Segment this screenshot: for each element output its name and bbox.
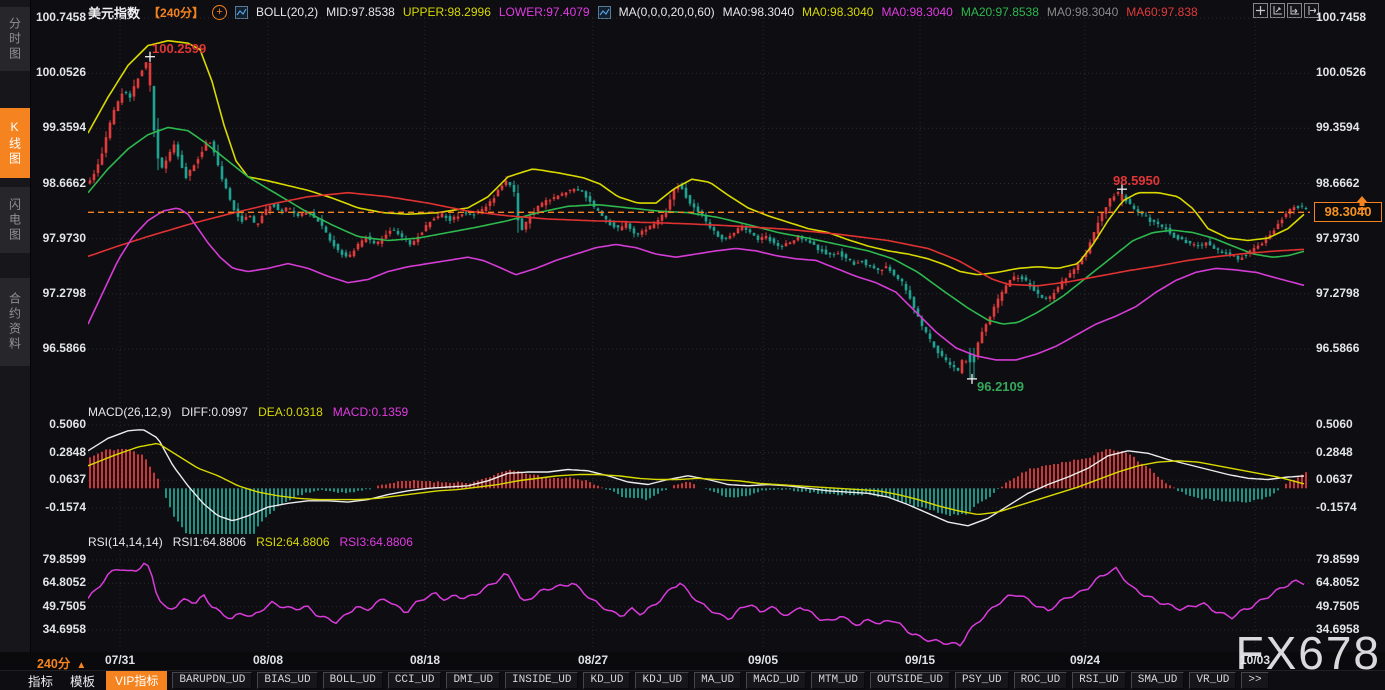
sidebar-tab-4[interactable]: 合约资料 bbox=[0, 278, 30, 366]
indicator-button-vr_ud[interactable]: VR_UD bbox=[1189, 672, 1236, 689]
indicator-button-group: BARUPDN_UD BIAS_UD BOLL_UD CCI_UDDMI_UD INSI… bbox=[172, 672, 1236, 689]
boll-lower-line bbox=[88, 208, 1304, 360]
extreme-markers bbox=[145, 52, 1127, 384]
price-axis-label-left: 97.2798 bbox=[28, 286, 86, 300]
macd-params: MACD(26,12,9) bbox=[88, 405, 171, 419]
price-alert-arrow-icon bbox=[1354, 195, 1370, 211]
rsi2-value: RSI2:64.8806 bbox=[256, 535, 329, 549]
toolbar-tab-vip-indicators[interactable]: VIP指标 bbox=[106, 671, 167, 690]
price-axis-label-right: 96.5866 bbox=[1316, 341, 1382, 355]
macd-dea-value: DEA:0.0318 bbox=[258, 405, 323, 419]
sidebar-tab-2[interactable]: K线图 bbox=[0, 108, 30, 178]
indicator-button-mtm_ud[interactable]: MTM_UD bbox=[811, 672, 865, 689]
indicator-button-kd_ud[interactable]: KD_UD bbox=[583, 672, 630, 689]
main-chart[interactable] bbox=[88, 12, 1310, 650]
time-axis: 240分▲ 07/3108/0808/1808/2709/0509/1509/2… bbox=[0, 652, 1385, 670]
price-axis-label-left: 97.9730 bbox=[28, 231, 86, 245]
price-axis-label-right: 100.7458 bbox=[1316, 10, 1382, 24]
macd-panel-header: MACD(26,12,9) DIFF:0.0997 DEA:0.0318 MAC… bbox=[88, 405, 408, 419]
macd-axis-label-left: 0.5060 bbox=[28, 417, 86, 431]
price-axis-label-left: 96.5866 bbox=[28, 341, 86, 355]
indicator-button-cci_ud[interactable]: CCI_UD bbox=[388, 672, 442, 689]
indicator-button-rsi_ud[interactable]: RSI_UD bbox=[1072, 672, 1126, 689]
macd-histogram bbox=[89, 449, 1307, 534]
toolbar-tab-templates[interactable]: 模板 bbox=[64, 671, 101, 690]
rsi1-value: RSI1:64.8806 bbox=[173, 535, 246, 549]
rsi-axis-label-right: 49.7505 bbox=[1316, 599, 1382, 613]
date-label: 08/27 bbox=[563, 653, 623, 667]
macd-axis-label-left: -0.1574 bbox=[28, 500, 86, 514]
indicator-button-psy_ud[interactable]: PSY_UD bbox=[955, 672, 1009, 689]
indicator-button-macd_ud[interactable]: MACD_UD bbox=[746, 672, 806, 689]
indicator-button-boll_ud[interactable]: BOLL_UD bbox=[323, 672, 383, 689]
price-axis-label-left: 98.6662 bbox=[28, 176, 86, 190]
toolbar-tab-indicators[interactable]: 指标 bbox=[22, 671, 59, 690]
candlestick-layer bbox=[89, 57, 1308, 379]
indicator-button-barupdn_ud[interactable]: BARUPDN_UD bbox=[172, 672, 252, 689]
indicator-button-sma_ud[interactable]: SMA_UD bbox=[1131, 672, 1185, 689]
price-axis-label-right: 97.9730 bbox=[1316, 231, 1382, 245]
macd-axis-label-right: 0.5060 bbox=[1316, 417, 1382, 431]
macd-axis-label-right: 0.0637 bbox=[1316, 472, 1382, 486]
macd-axis-label-right: -0.1574 bbox=[1316, 500, 1382, 514]
sidebar-tab-1[interactable]: 分时图 bbox=[0, 7, 30, 71]
swing-high-label: 98.5950 bbox=[1113, 173, 1160, 188]
current-price-badge: 98.3040 bbox=[1314, 202, 1382, 222]
boll-upper-line bbox=[88, 41, 1304, 275]
indicator-button-dmi_ud[interactable]: DMI_UD bbox=[446, 672, 500, 689]
price-axis-label-right: 100.0526 bbox=[1316, 65, 1382, 79]
indicator-button-inside_ud[interactable]: INSIDE_UD bbox=[505, 672, 578, 689]
date-label: 08/18 bbox=[395, 653, 455, 667]
sidebar-tab-3[interactable]: 闪电图 bbox=[0, 187, 30, 253]
rsi-axis-label-left: 49.7505 bbox=[28, 599, 86, 613]
macd-diff-value: DIFF:0.0997 bbox=[181, 405, 248, 419]
peak-high-label: 100.2599 bbox=[152, 41, 206, 56]
rsi-axis-label-left: 79.8599 bbox=[28, 552, 86, 566]
date-label: 09/15 bbox=[890, 653, 950, 667]
rsi-axis-label-left: 64.8052 bbox=[28, 575, 86, 589]
swing-low-label: 96.2109 bbox=[977, 379, 1024, 394]
rsi-params: RSI(14,14,14) bbox=[88, 535, 163, 549]
rsi3-value: RSI3:64.8806 bbox=[340, 535, 413, 549]
rsi-panel-header: RSI(14,14,14) RSI1:64.8806 RSI2:64.8806 … bbox=[88, 535, 413, 549]
indicator-button-ma_ud[interactable]: MA_UD bbox=[694, 672, 741, 689]
price-axis-label-right: 99.3594 bbox=[1316, 120, 1382, 134]
date-label: 09/24 bbox=[1055, 653, 1115, 667]
left-tab-strip: 分时图 K线图闪电图合约资料 bbox=[0, 0, 31, 652]
price-axis-label-left: 100.0526 bbox=[28, 65, 86, 79]
date-label: 07/31 bbox=[90, 653, 150, 667]
rsi-axis-label-left: 34.6958 bbox=[28, 622, 86, 636]
rsi-axis-label-right: 64.8052 bbox=[1316, 575, 1382, 589]
indicator-button-outside_ud[interactable]: OUTSIDE_UD bbox=[870, 672, 950, 689]
macd-axis-label-left: 0.2848 bbox=[28, 445, 86, 459]
price-axis-label-right: 97.2798 bbox=[1316, 286, 1382, 300]
date-label: 08/08 bbox=[238, 653, 298, 667]
price-axis-label-left: 99.3594 bbox=[28, 120, 86, 134]
ma20-line bbox=[88, 128, 1304, 325]
macd-axis-label-left: 0.0637 bbox=[28, 472, 86, 486]
price-axis-label-right: 98.6662 bbox=[1316, 176, 1382, 190]
rsi-axis-label-right: 79.8599 bbox=[1316, 552, 1382, 566]
price-axis-label-left: 100.7458 bbox=[28, 10, 86, 24]
trading-terminal: 分时图K线图闪电图合约资料 美元指数 【240分】 + BOLL(20,2) M… bbox=[0, 0, 1385, 690]
indicator-button-kdj_ud[interactable]: KDJ_UD bbox=[635, 672, 689, 689]
indicator-button-bias_ud[interactable]: BIAS_UD bbox=[257, 672, 317, 689]
fx678-watermark: FX678 bbox=[1235, 626, 1381, 680]
indicator-toolbar: 指标 模板 VIP指标 BARUPDN_UD BIAS_UD BOLL_UD CCI_… bbox=[0, 670, 1385, 690]
macd-axis-label-right: 0.2848 bbox=[1316, 445, 1382, 459]
rsi-line bbox=[88, 563, 1304, 646]
indicator-button-roc_ud[interactable]: ROC_UD bbox=[1014, 672, 1068, 689]
date-label: 09/05 bbox=[733, 653, 793, 667]
macd-macd-value: MACD:0.1359 bbox=[333, 405, 408, 419]
